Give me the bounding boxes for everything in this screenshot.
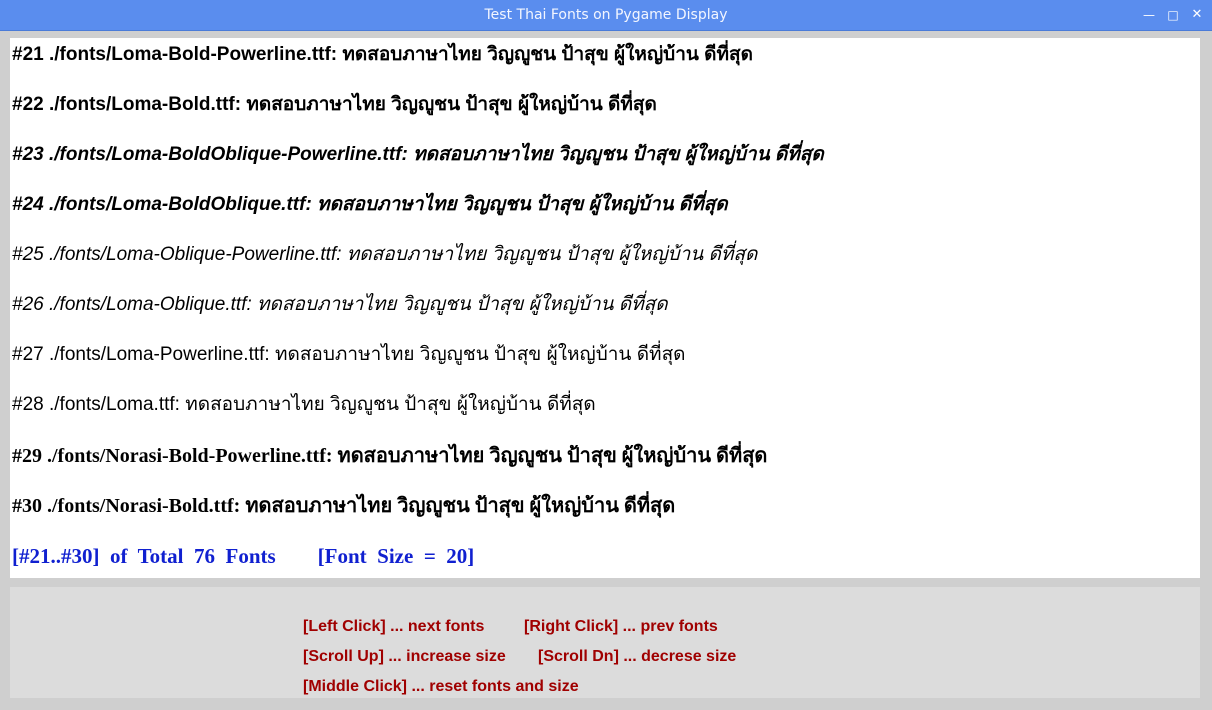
window-controls: — □ ✕ xyxy=(1140,0,1206,30)
window-titlebar[interactable]: Test Thai Fonts on Pygame Display — □ ✕ xyxy=(0,0,1212,31)
font-line: #27 ./fonts/Loma-Powerline.ttf: ทดสอบภาษ… xyxy=(12,344,686,365)
font-line: #29 ./fonts/Norasi-Bold-Powerline.ttf: ท… xyxy=(12,445,768,467)
font-line: #30 ./fonts/Norasi-Bold.ttf: ทดสอบภาษาไท… xyxy=(12,495,676,517)
font-line: #22 ./fonts/Loma-Bold.ttf: ทดสอบภาษาไทย … xyxy=(12,94,657,115)
help-middle-click: [Middle Click] ... reset fonts and size xyxy=(303,678,579,695)
font-range-summary: [#21..#30] of Total 76 Fonts [Font Size … xyxy=(12,544,475,568)
window-title: Test Thai Fonts on Pygame Display xyxy=(484,7,728,23)
font-line: #23 ./fonts/Loma-BoldOblique-Powerline.t… xyxy=(12,144,824,165)
maximize-icon[interactable]: □ xyxy=(1164,6,1182,24)
close-icon[interactable]: ✕ xyxy=(1188,6,1206,24)
help-right-click: [Right Click] ... prev fonts xyxy=(524,618,718,635)
help-scroll-down: [Scroll Dn] ... decrese size xyxy=(538,648,737,665)
help-scroll-up: [Scroll Up] ... increase size xyxy=(303,648,506,665)
font-line: #24 ./fonts/Loma-BoldOblique.ttf: ทดสอบภ… xyxy=(12,194,728,215)
help-panel: [Left Click] ... next fonts [Right Click… xyxy=(10,587,1200,698)
help-left-click: [Left Click] ... next fonts xyxy=(303,618,485,635)
font-line: #26 ./fonts/Loma-Oblique.ttf: ทดสอบภาษาไ… xyxy=(12,294,668,315)
font-line: #28 ./fonts/Loma.ttf: ทดสอบภาษาไทย วิญญู… xyxy=(12,394,596,415)
font-line: #25 ./fonts/Loma-Oblique-Powerline.ttf: … xyxy=(12,244,758,265)
pygame-display[interactable]: #21 ./fonts/Loma-Bold-Powerline.ttf: ทดส… xyxy=(10,38,1200,578)
minimize-icon[interactable]: — xyxy=(1140,6,1158,24)
font-line: #21 ./fonts/Loma-Bold-Powerline.ttf: ทดส… xyxy=(12,44,753,65)
